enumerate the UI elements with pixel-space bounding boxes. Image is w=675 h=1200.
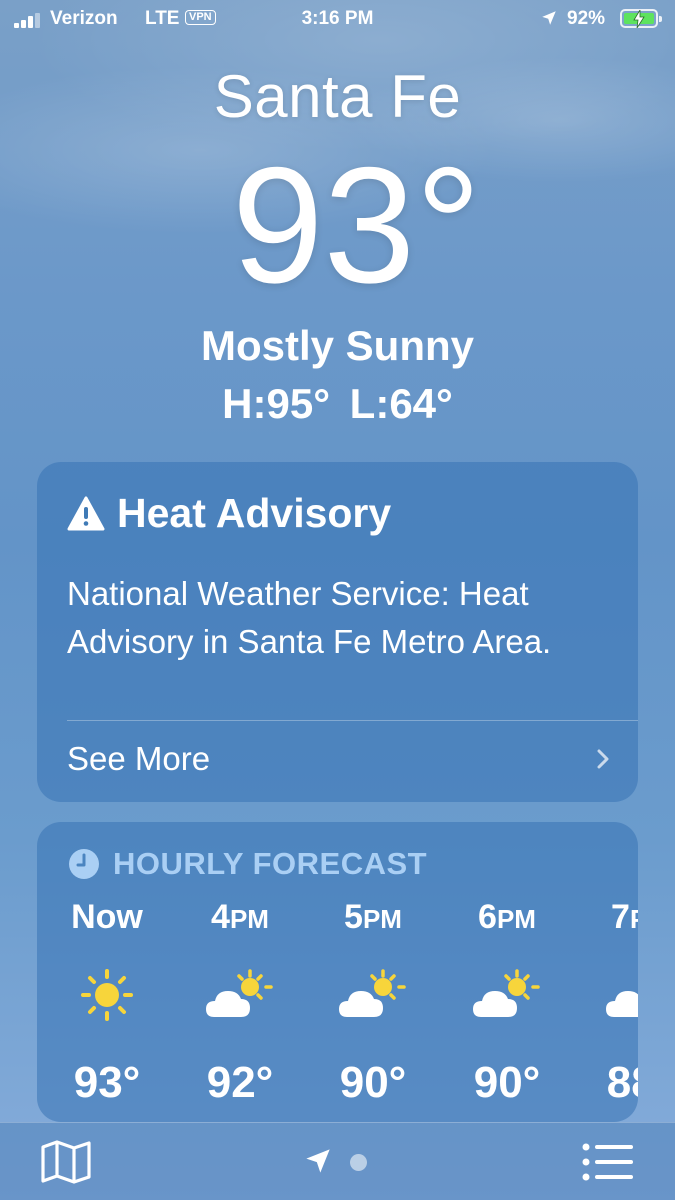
hourly-forecast-card: HOURLY FORECAST Now 93° 4PM 92° 5PM 90° … bbox=[37, 822, 638, 1122]
location-services-icon bbox=[542, 11, 556, 25]
chevron-right-icon bbox=[597, 749, 609, 769]
advisory-body: National Weather Service: Heat Advisory … bbox=[67, 575, 552, 660]
hourly-forecast-title: HOURLY FORECAST bbox=[113, 846, 428, 881]
high-low-temperature: H:95° L:64° bbox=[222, 380, 453, 427]
battery-icon bbox=[620, 9, 662, 28]
hour-label: 5PM bbox=[344, 898, 402, 936]
status-bar: Verizon LTE VPN 3:16 PM 92% bbox=[0, 0, 675, 40]
hour-temperature: 88° bbox=[606, 1058, 638, 1107]
hour-label: 6PM bbox=[478, 898, 536, 936]
hour-column-now: Now 93° bbox=[52, 898, 162, 1108]
hour-temperature: 92° bbox=[206, 1058, 274, 1107]
hour-label: 4PM bbox=[211, 898, 269, 936]
hour-temperature: 90° bbox=[339, 1058, 407, 1107]
list-icon[interactable] bbox=[582, 1143, 634, 1181]
clock-icon bbox=[69, 849, 99, 879]
advisory-divider bbox=[67, 720, 638, 721]
current-temperature: 93° bbox=[231, 133, 482, 317]
location-arrow-icon[interactable] bbox=[304, 1147, 332, 1175]
hour-label: 7PM bbox=[611, 898, 638, 936]
hour-column-5pm: 5PM 90° bbox=[318, 898, 428, 1108]
hour-label: Now bbox=[71, 898, 143, 936]
hour-column-7pm: 7PM 88° bbox=[585, 898, 638, 1108]
advisory-title: Heat Advisory bbox=[67, 490, 391, 537]
hour-temperature: 90° bbox=[473, 1058, 541, 1107]
partly-cloudy-icon bbox=[185, 950, 295, 1040]
hour-temperature: 93° bbox=[73, 1058, 141, 1107]
map-icon[interactable] bbox=[40, 1139, 92, 1185]
bottom-toolbar bbox=[0, 1122, 675, 1200]
sun-icon bbox=[52, 950, 162, 1040]
weather-condition: Mostly Sunny bbox=[200, 322, 475, 369]
hour-column-4pm: 4PM 92° bbox=[185, 898, 295, 1108]
hourly-forecast-header: HOURLY FORECAST bbox=[67, 846, 427, 882]
page-indicator-dot[interactable] bbox=[350, 1154, 367, 1171]
charging-bolt-icon bbox=[633, 10, 645, 28]
hour-column-6pm: 6PM 90° bbox=[452, 898, 562, 1108]
partly-cloudy-icon bbox=[452, 950, 562, 1040]
warning-triangle-icon bbox=[67, 496, 105, 530]
partly-cloudy-icon bbox=[585, 950, 638, 1040]
battery-percent: 92% bbox=[567, 8, 606, 29]
see-more-link[interactable]: See More bbox=[67, 740, 210, 778]
partly-cloudy-icon bbox=[318, 950, 428, 1040]
advisory-title-text: Heat Advisory bbox=[117, 490, 392, 536]
city-name: Santa Fe bbox=[213, 63, 462, 130]
